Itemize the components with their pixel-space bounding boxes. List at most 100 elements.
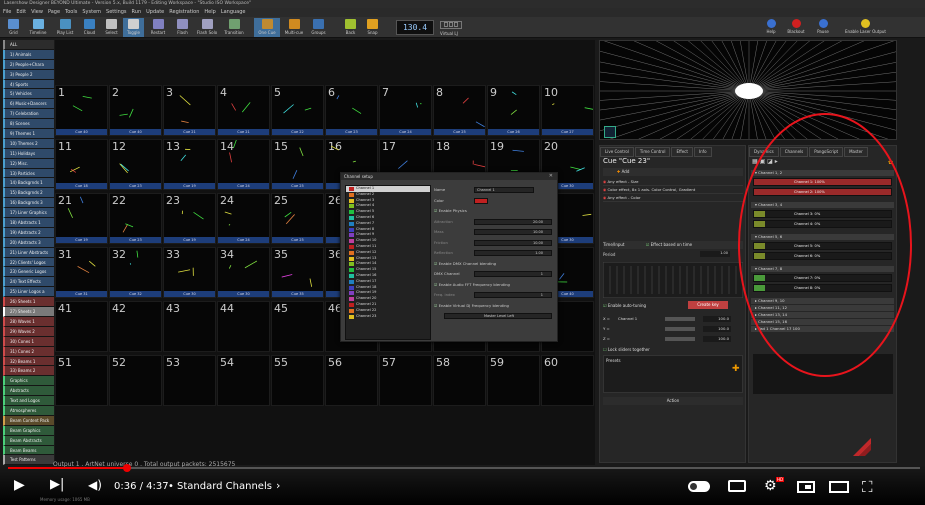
sidebar-item[interactable]: 15) Backgrnds 2 bbox=[3, 188, 54, 199]
cue-cell[interactable]: 35 Cue 35 bbox=[271, 247, 324, 298]
cue-cell[interactable]: 42 bbox=[109, 301, 162, 352]
create-key-button[interactable]: Create key bbox=[688, 301, 728, 309]
sidebar-item[interactable]: 28) Waves 1 bbox=[3, 316, 54, 327]
sidebar-item[interactable]: Atmospheres bbox=[3, 405, 54, 416]
cue-cell[interactable]: 41 bbox=[55, 301, 108, 352]
cue-cell[interactable]: 25 Cue 25 bbox=[271, 193, 324, 244]
video-progress[interactable] bbox=[8, 464, 920, 472]
cue-cell[interactable]: 6 Cue 23 bbox=[325, 85, 378, 136]
sidebar-item[interactable]: 16) Backgrnds 3 bbox=[3, 198, 54, 209]
sidebar-item[interactable]: 23) Generic Logos bbox=[3, 267, 54, 278]
sidebar-item[interactable]: 8) Scenes bbox=[3, 119, 54, 130]
menu-item-registration[interactable]: Registration bbox=[169, 9, 199, 15]
sidebar-item[interactable]: 3) People 2 bbox=[3, 69, 54, 80]
preview-thumbnail[interactable] bbox=[604, 126, 616, 138]
sidebar-item[interactable]: 12) Misc. bbox=[3, 158, 54, 169]
theater-mode-icon[interactable] bbox=[829, 481, 849, 493]
toolbar-play-list-button[interactable]: Play List bbox=[52, 18, 78, 37]
axis-value[interactable]: 100.0 bbox=[703, 336, 731, 342]
sidebar-item[interactable]: Beam Content Pack bbox=[3, 415, 54, 426]
menu-item-language[interactable]: Language bbox=[221, 9, 246, 15]
toolbar-back-button[interactable]: Back bbox=[340, 18, 361, 37]
sidebar-item[interactable]: 4) Sports bbox=[3, 79, 54, 90]
color-swatch[interactable] bbox=[474, 197, 488, 204]
waveform-editor[interactable] bbox=[603, 262, 743, 298]
dmx-channel-input[interactable]: 1 bbox=[474, 271, 552, 277]
chapter-title[interactable]: Standard Channels bbox=[177, 481, 272, 492]
sidebar-item[interactable]: 26) Sheets 1 bbox=[3, 297, 54, 308]
toolbar-grid-button[interactable]: Grid bbox=[3, 18, 24, 37]
effect-item[interactable]: ◉ Any effect - Color bbox=[603, 194, 743, 202]
cue-cell[interactable]: 24 Cue 24 bbox=[217, 193, 270, 244]
blackout-button[interactable]: Blackout bbox=[785, 19, 807, 37]
channel-list-item[interactable]: Channel 23 bbox=[346, 314, 430, 320]
toolbar-multi-cue-button[interactable]: Multi-cue bbox=[281, 18, 307, 37]
menu-item-edit[interactable]: Edit bbox=[16, 9, 26, 15]
sidebar-item[interactable]: 14) Backgrnds 1 bbox=[3, 178, 54, 189]
add-effect-button[interactable]: Add bbox=[622, 169, 630, 174]
axis-slider[interactable] bbox=[665, 327, 695, 331]
menu-item-help[interactable]: Help bbox=[204, 9, 215, 15]
axis-value[interactable]: 100.0 bbox=[703, 326, 731, 332]
sidebar-item[interactable]: 5) Vehicles bbox=[3, 89, 54, 100]
cue-cell[interactable]: 9 Cue 26 bbox=[487, 85, 540, 136]
cue-cell[interactable]: 55 bbox=[271, 355, 324, 406]
cue-cell[interactable]: 22 Cue 23 bbox=[109, 193, 162, 244]
autoplay-toggle[interactable] bbox=[688, 481, 710, 492]
sidebar-item[interactable]: 9) Themes 1 bbox=[3, 129, 54, 139]
effect-item[interactable]: ◉ Color effect, 8x 1 axis. Color Control… bbox=[603, 186, 743, 194]
cue-cell[interactable]: 21 Cue 19 bbox=[55, 193, 108, 244]
sidebar-item[interactable]: Abstracts bbox=[3, 386, 54, 397]
cue-cell[interactable]: 45 bbox=[271, 301, 324, 352]
cue-cell[interactable]: 51 bbox=[55, 355, 108, 406]
sidebar-item[interactable]: 17) Liner Graphics bbox=[3, 208, 54, 219]
sidebar-item[interactable]: 20) Abstracts 3 bbox=[3, 237, 54, 248]
cue-cell[interactable]: 4 Cue 21 bbox=[217, 85, 270, 136]
cue-cell[interactable]: 44 bbox=[217, 301, 270, 352]
sidebar-item[interactable]: 31) Cones 2 bbox=[3, 346, 54, 357]
sidebar-item[interactable]: Beam Beams bbox=[3, 445, 54, 456]
cue-cell[interactable]: 3 Cue 21 bbox=[163, 85, 216, 136]
toolbar-one-cue-button[interactable]: One Cue bbox=[254, 18, 280, 37]
close-icon[interactable]: ✕ bbox=[549, 173, 553, 179]
gear-icon[interactable]: ⚙ bbox=[764, 478, 777, 494]
attraction-input[interactable]: 20.00 bbox=[474, 218, 552, 225]
sidebar-item[interactable]: 24) Text Effects bbox=[3, 277, 54, 288]
progress-knob[interactable] bbox=[122, 464, 131, 472]
menu-item-file[interactable]: File bbox=[3, 9, 11, 15]
sidebar-item[interactable]: 2) People+Chara bbox=[3, 59, 54, 70]
presets-box[interactable]: Presets bbox=[603, 355, 743, 393]
sidebar-item[interactable]: 21) Liner Abstracts bbox=[3, 247, 54, 258]
next-icon[interactable]: ▶| bbox=[50, 477, 64, 492]
sidebar-item[interactable]: 10) Themes 2 bbox=[3, 138, 54, 149]
help-button[interactable]: Help bbox=[760, 19, 782, 37]
cue-cell[interactable]: 11 Cue 18 bbox=[55, 139, 108, 190]
sidebar-item[interactable]: Test Patterns bbox=[3, 455, 54, 465]
enable-laser-output-button[interactable]: Enable Laser Output bbox=[838, 19, 893, 37]
friction-input[interactable]: 10.00 bbox=[474, 239, 552, 246]
virtual-lj-icon[interactable]: ◻◻◻ bbox=[440, 21, 462, 29]
cue-cell[interactable]: 33 Cue 30 bbox=[163, 247, 216, 298]
cue-cell[interactable]: 59 bbox=[487, 355, 540, 406]
cue-cell[interactable]: 43 bbox=[163, 301, 216, 352]
cue-cell[interactable]: 5 Cue 22 bbox=[271, 85, 324, 136]
cue-cell[interactable]: 13 Cue 19 bbox=[163, 139, 216, 190]
toolbar-flash-solo-button[interactable]: Flash Solo bbox=[194, 18, 220, 37]
sidebar-item[interactable]: 22) Clients' Logos bbox=[3, 257, 54, 268]
channel-list[interactable]: Channel 1 Channel 2 Channel 3 Channel 4 Chan… bbox=[345, 185, 431, 340]
sidebar-item[interactable]: Beam Abstracts bbox=[3, 435, 54, 446]
action-button[interactable]: Action bbox=[603, 397, 743, 405]
cue-cell[interactable]: 14 Cue 24 bbox=[217, 139, 270, 190]
menu-item-system[interactable]: System bbox=[82, 9, 101, 15]
fullscreen-icon[interactable]: ⛶ bbox=[862, 478, 873, 496]
cue-cell[interactable]: 10 Cue 27 bbox=[541, 85, 594, 136]
cue-cell[interactable]: 7 Cue 24 bbox=[379, 85, 432, 136]
axis-slider[interactable] bbox=[665, 337, 695, 341]
master-level-select[interactable]: Master Level Left bbox=[444, 313, 552, 319]
tab-info[interactable]: Info bbox=[693, 147, 712, 157]
toolbar-flash-button[interactable]: Flash bbox=[172, 18, 193, 37]
sidebar-item[interactable]: 7) Celebration bbox=[3, 109, 54, 120]
cue-cell[interactable]: 53 bbox=[163, 355, 216, 406]
sidebar-item[interactable]: 19) Abstracts 2 bbox=[3, 227, 54, 238]
axis-slider[interactable] bbox=[665, 317, 695, 321]
